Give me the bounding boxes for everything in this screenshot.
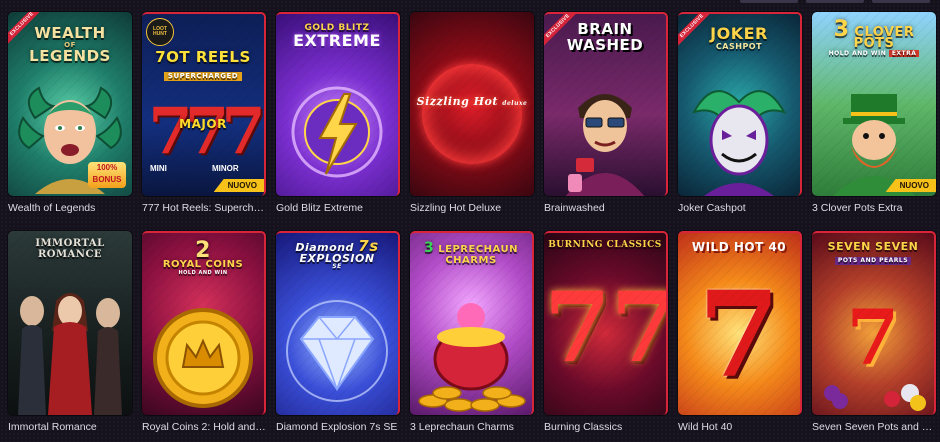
game-title[interactable]: Gold Blitz Extreme	[276, 202, 400, 214]
game-title[interactable]: Brainwashed	[544, 202, 668, 214]
game-title[interactable]: 3 Clover Pots Extra	[812, 202, 936, 214]
game-tile-seven-seven-pots-and-pearls[interactable]: SEVEN SEVEN POTS AND PEARLS 7 Seven Seve…	[812, 231, 936, 442]
game-logo: 2 ROYAL COINS HOLD AND WIN	[162, 238, 244, 276]
game-thumbnail[interactable]: Diamond 7s EXPLOSION SE	[276, 231, 400, 415]
seven-symbol: 7	[697, 265, 781, 404]
game-title[interactable]: Immortal Romance	[8, 421, 132, 433]
gold-coin-art	[153, 308, 253, 408]
game-title[interactable]: Joker Cashpot	[678, 202, 802, 214]
game-logo: WEALTH OF LEGENDS	[29, 24, 111, 66]
mini-label: MINI	[150, 164, 167, 173]
game-title[interactable]: Wealth of Legends	[8, 202, 132, 214]
game-grid: EXCLUSIVE WEALTH OF LEGENDS 100% BONUS W…	[8, 12, 936, 442]
game-thumbnail[interactable]: 2 ROYAL COINS HOLD AND WIN	[142, 231, 266, 415]
brainwashed-man-art	[565, 94, 645, 196]
game-logo: Sizzling Hot deluxe	[416, 95, 528, 108]
game-tile-wild-hot-40[interactable]: WILD HOT 40 7 Wild Hot 40	[678, 231, 802, 442]
game-logo: BURNING CLASSICS	[548, 240, 662, 250]
game-thumbnail[interactable]: GOLD BLITZ EXTREME	[276, 12, 400, 196]
game-tile-immortal-romance[interactable]: IMMORTAL ROMANCE Immortal Romance	[8, 231, 132, 442]
seven-symbols: 777	[148, 94, 264, 169]
game-thumbnail[interactable]: BURNING CLASSICS 77	[544, 231, 668, 415]
loot-hunt-badge: LOOT HUNT	[146, 18, 174, 46]
game-tile-gold-blitz-extreme[interactable]: GOLD BLITZ EXTREME Gold Blitz Extreme	[276, 12, 400, 223]
game-tile-royal-coins-2[interactable]: 2 ROYAL COINS HOLD AND WIN Royal Coins 2…	[142, 231, 266, 442]
game-tile-burning-classics[interactable]: BURNING CLASSICS 77 Burning Classics	[544, 231, 668, 442]
glow-ring	[422, 64, 522, 164]
game-logo: WILD HOT 40	[691, 240, 787, 254]
game-tile-wealth-of-legends[interactable]: EXCLUSIVE WEALTH OF LEGENDS 100% BONUS W…	[8, 12, 132, 223]
game-thumbnail[interactable]: Sizzling Hot deluxe	[410, 12, 534, 196]
game-logo: SEVEN SEVEN POTS AND PEARLS	[827, 240, 919, 265]
game-logo: 7OT REELS SUPERCHARGED	[155, 48, 251, 82]
game-logo: Diamond 7s EXPLOSION SE	[295, 237, 379, 271]
game-tile-777-hot-reels-supercharged[interactable]: LOOT HUNT 7OT REELS SUPERCHARGED 777 MAJ…	[142, 12, 266, 223]
game-thumbnail[interactable]: SEVEN SEVEN POTS AND PEARLS 7	[812, 231, 936, 415]
characters-art	[18, 293, 122, 415]
diamond-art	[286, 300, 388, 402]
bonus-badge: 100% BONUS	[88, 162, 126, 188]
pot-of-gold-art	[418, 303, 526, 412]
game-thumbnail[interactable]: LOOT HUNT 7OT REELS SUPERCHARGED 777 MAJ…	[142, 12, 266, 196]
joker-art	[691, 90, 787, 196]
game-title[interactable]: Sizzling Hot Deluxe	[410, 202, 534, 214]
game-tile-3-clover-pots-extra[interactable]: 3 CLOVER POTS HOLD AND WIN EXTRA NUOVO 3…	[812, 12, 936, 223]
game-title[interactable]: Royal Coins 2: Hold and Win	[142, 421, 266, 433]
minor-label: MINOR	[212, 164, 239, 173]
game-title[interactable]: 3 Leprechaun Charms	[410, 421, 534, 433]
game-tile-3-leprechaun-charms[interactable]: 3 LEPRECHAUN CHARMS 3 Leprechaun Charms	[410, 231, 534, 442]
major-label: MAJOR	[179, 117, 227, 131]
game-logo: JOKER CASHPOT	[710, 24, 768, 51]
seven-symbols: 77	[544, 271, 668, 384]
game-logo: GOLD BLITZ EXTREME	[293, 23, 381, 51]
top-pagination-strip	[740, 0, 930, 3]
game-logo: 3 CLOVER POTS HOLD AND WIN EXTRA	[812, 18, 936, 57]
game-tile-diamond-explosion-7s-se[interactable]: Diamond 7s EXPLOSION SE Diamond Explosio…	[276, 231, 400, 442]
game-thumbnail[interactable]: 3 LEPRECHAUN CHARMS	[410, 231, 534, 415]
game-tile-brainwashed[interactable]: EXCLUSIVE BRAIN WASHED Brainwashed	[544, 12, 668, 223]
game-title[interactable]: Seven Seven Pots and Pearls	[812, 421, 936, 433]
game-thumbnail[interactable]: EXCLUSIVE JOKER CASHPOT	[678, 12, 802, 196]
game-title[interactable]: 777 Hot Reels: Supercharged	[142, 202, 266, 214]
game-tile-sizzling-hot-deluxe[interactable]: Sizzling Hot deluxe Sizzling Hot Deluxe	[410, 12, 534, 223]
game-thumbnail[interactable]: 3 CLOVER POTS HOLD AND WIN EXTRA NUOVO	[812, 12, 936, 196]
lightning-art	[291, 86, 383, 178]
game-title[interactable]: Wild Hot 40	[678, 421, 802, 433]
game-thumbnail[interactable]: WILD HOT 40 7	[678, 231, 802, 415]
game-thumbnail[interactable]: EXCLUSIVE WEALTH OF LEGENDS 100% BONUS	[8, 12, 132, 196]
new-badge: NUOVO	[213, 179, 264, 192]
game-tile-joker-cashpot[interactable]: EXCLUSIVE JOKER CASHPOT Joker Cashpot	[678, 12, 802, 223]
game-thumbnail[interactable]: EXCLUSIVE BRAIN WASHED	[544, 12, 668, 196]
game-title[interactable]: Burning Classics	[544, 421, 668, 433]
game-thumbnail[interactable]: IMMORTAL ROMANCE	[8, 231, 132, 415]
game-logo: 3 LEPRECHAUN CHARMS	[424, 240, 518, 266]
game-title[interactable]: Diamond Explosion 7s SE	[276, 421, 400, 433]
game-logo: IMMORTAL ROMANCE	[35, 238, 105, 260]
fruits-art	[824, 384, 926, 411]
